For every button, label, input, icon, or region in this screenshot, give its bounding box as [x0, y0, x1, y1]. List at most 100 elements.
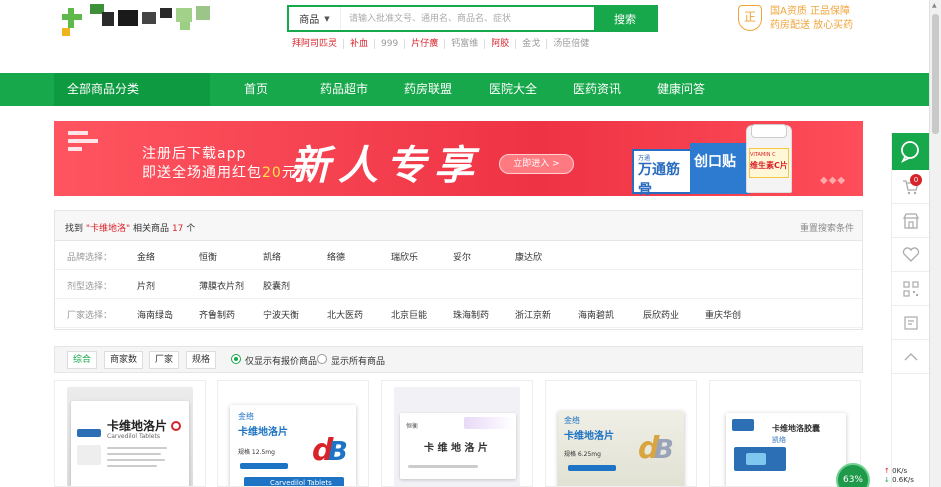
- hot-word-link[interactable]: 金戈: [515, 39, 546, 49]
- hot-word-link[interactable]: 补血: [343, 39, 374, 49]
- hot-word-link[interactable]: 999: [374, 39, 404, 49]
- search-button[interactable]: 搜索: [594, 7, 656, 30]
- product-image: 金络 卡维地洛片 规格 12.5mg d B Carvedilol Tablet…: [230, 387, 358, 486]
- decorative-diamonds: ◆◆◆: [820, 175, 847, 186]
- hot-word-link[interactable]: 阿胶: [484, 39, 515, 49]
- product-card[interactable]: 卡维地洛片 Carvedilol Tablets: [54, 380, 206, 487]
- filter-option[interactable]: 宁波天衡: [263, 308, 299, 321]
- filter-option[interactable]: 金络: [137, 250, 155, 263]
- filter-option[interactable]: 胶囊剂: [263, 279, 290, 292]
- sort-manufacturer[interactable]: 厂家: [149, 351, 180, 369]
- radio-show-all-label: 显示所有商品: [331, 357, 386, 367]
- filter-option[interactable]: 重庆华创: [705, 308, 741, 321]
- favorites-button[interactable]: [892, 238, 929, 272]
- banner-amount: 20: [262, 165, 282, 181]
- filter-option[interactable]: 康达欣: [515, 250, 542, 263]
- page-scrollbar[interactable]: ▲: [929, 0, 941, 487]
- result-count: 17: [171, 224, 184, 234]
- search-category-label: 商品: [299, 15, 320, 26]
- filter-option[interactable]: 北大医药: [327, 308, 363, 321]
- feedback-button[interactable]: [892, 306, 929, 340]
- search-result-summary: 找到 "卡维地洛" 相关商品 17 个: [65, 224, 196, 234]
- right-toolbar: 0: [891, 133, 929, 487]
- guarantee-line-2: 药房配送 放心买药: [770, 20, 854, 31]
- sort-comprehensive[interactable]: 综合: [67, 351, 98, 369]
- filter-option[interactable]: 瑞欣乐: [391, 250, 418, 263]
- filter-option[interactable]: 珠海制药: [453, 308, 489, 321]
- search-keyword: "卡维地洛": [85, 224, 131, 234]
- product-card[interactable]: 恒衡 卡 维 地 洛 片: [381, 380, 533, 487]
- banner-product-bottle: VITAMIN C 维生素C片: [746, 124, 792, 193]
- qrcode-button[interactable]: [892, 272, 929, 306]
- filter-option[interactable]: 海南绿岛: [137, 308, 173, 321]
- search-input[interactable]: [341, 7, 594, 30]
- nav-item-pharmacy-alliance[interactable]: 药房联盟: [404, 73, 452, 106]
- filter-option[interactable]: 凯络: [263, 250, 281, 263]
- enter-now-button[interactable]: 立即进入 >: [499, 154, 574, 174]
- filter-option[interactable]: 片剂: [137, 279, 155, 292]
- scrollbar-thumb[interactable]: [932, 14, 939, 134]
- filter-option[interactable]: 恒衡: [199, 250, 217, 263]
- banner-line-2: 即送全场通用红包20元: [142, 165, 297, 181]
- radio-quoted-only-label: 仅显示有报价商品: [245, 357, 318, 367]
- chat-bubble-icon: [900, 141, 919, 164]
- nav-item-health-qa[interactable]: 健康问答: [657, 73, 705, 106]
- chevron-up-icon: [904, 352, 917, 360]
- banner-product-box: 创口贴: [690, 143, 750, 194]
- radio-show-all[interactable]: [317, 354, 327, 364]
- product-card[interactable]: 金络 卡维地洛片 规格 6.25mg d B: [545, 380, 697, 487]
- filter-label: 厂家选择：: [67, 311, 113, 321]
- shield-icon: 正: [738, 5, 762, 31]
- site-logo[interactable]: [60, 4, 210, 44]
- filter-option[interactable]: 浙江京新: [515, 308, 551, 321]
- hot-word-link[interactable]: 片仔癀: [404, 39, 444, 49]
- filter-option[interactable]: 齐鲁制药: [199, 308, 235, 321]
- cart-count-badge: 0: [910, 174, 922, 186]
- filter-option[interactable]: 辰欣药业: [643, 308, 679, 321]
- search-category-select[interactable]: 商品 ▼: [289, 7, 341, 30]
- cart-button[interactable]: 0: [892, 170, 929, 204]
- search-bar: 商品 ▼ 搜索: [287, 5, 658, 32]
- main-nav: 全部商品分类 首页 药品超市 药房联盟 医院大全 医药资讯 健康问答: [0, 73, 929, 106]
- product-image: 恒衡 卡 维 地 洛 片: [394, 387, 522, 486]
- filter-option[interactable]: 海南碧凯: [578, 308, 614, 321]
- hot-word-link[interactable]: 钙富维: [444, 39, 484, 49]
- site-header: 商品 ▼ 搜索 拜阿司匹灵补血999片仔癀钙富维阿胶金戈汤臣倍健 正 国A资质 …: [0, 0, 941, 73]
- nav-item-home[interactable]: 首页: [244, 73, 268, 106]
- chevron-down-icon: ▼: [324, 14, 330, 23]
- nav-item-medical-news[interactable]: 医药资讯: [573, 73, 621, 106]
- download-speed: ↓ 0.6K/s: [884, 476, 914, 484]
- all-categories-menu[interactable]: 全部商品分类: [54, 73, 210, 106]
- back-to-top-button[interactable]: [892, 340, 929, 374]
- filter-option[interactable]: 妥尔: [453, 250, 471, 263]
- hot-word-link[interactable]: 拜阿司匹灵: [292, 39, 343, 49]
- store-button[interactable]: [892, 204, 929, 238]
- hot-word-link[interactable]: 汤臣倍健: [546, 39, 595, 49]
- sort-merchant-count[interactable]: 商家数: [104, 351, 144, 369]
- radio-quoted-only[interactable]: [231, 354, 241, 364]
- heart-icon: [902, 246, 919, 262]
- hot-search-words: 拜阿司匹灵 补血 999 片仔癀 钙富维 阿胶 金戈 汤臣倍健: [292, 39, 595, 49]
- brand-filter-row: 品牌选择： 金络 恒衡 凯络 络德 瑞欣乐 妥尔 康达欣: [55, 241, 862, 270]
- reset-filters-link[interactable]: 重置搜索条件: [800, 221, 854, 234]
- product-image: 卡维地洛胶囊 凯络: [722, 387, 850, 486]
- network-monitor-widget[interactable]: 63% ↑ 0K/s ↓ 0.6K/s: [836, 463, 928, 487]
- filter-panel: 找到 "卡维地洛" 相关商品 17 个 重置搜索条件 品牌选择： 金络 恒衡 凯络 络德…: [54, 210, 863, 330]
- filter-option[interactable]: 薄膜衣片剂: [199, 279, 244, 292]
- nav-item-hospitals[interactable]: 医院大全: [489, 73, 537, 106]
- filter-option[interactable]: 络德: [327, 250, 345, 263]
- sort-spec[interactable]: 规格: [186, 351, 217, 369]
- scroll-up-arrow-icon[interactable]: ▲: [932, 2, 937, 9]
- guarantee-line-1: 国A资质 正品保障: [770, 6, 851, 17]
- filter-option[interactable]: 北京巨能: [391, 308, 427, 321]
- sort-bar: 综合 商家数 厂家 规格 仅显示有报价商品 显示所有商品: [54, 346, 863, 373]
- online-chat-button[interactable]: [892, 133, 929, 170]
- promo-banner[interactable]: 注册后下载app 即送全场通用红包20元 新人专享 立即进入 > 万通 万通筋骨…: [54, 121, 863, 196]
- banner-line-1: 注册后下载app: [142, 146, 247, 162]
- banner-product-box: 万通 万通筋骨: [632, 149, 692, 196]
- dosage-form-filter-row: 剂型选择： 片剂 薄膜衣片剂 胶囊剂: [55, 270, 862, 299]
- product-image: 金络 卡维地洛片 规格 6.25mg d B: [558, 387, 686, 486]
- nav-item-drug-market[interactable]: 药品超市: [320, 73, 368, 106]
- product-card[interactable]: 金络 卡维地洛片 规格 12.5mg d B Carvedilol Tablet…: [217, 380, 369, 487]
- network-percent: 63%: [836, 463, 870, 487]
